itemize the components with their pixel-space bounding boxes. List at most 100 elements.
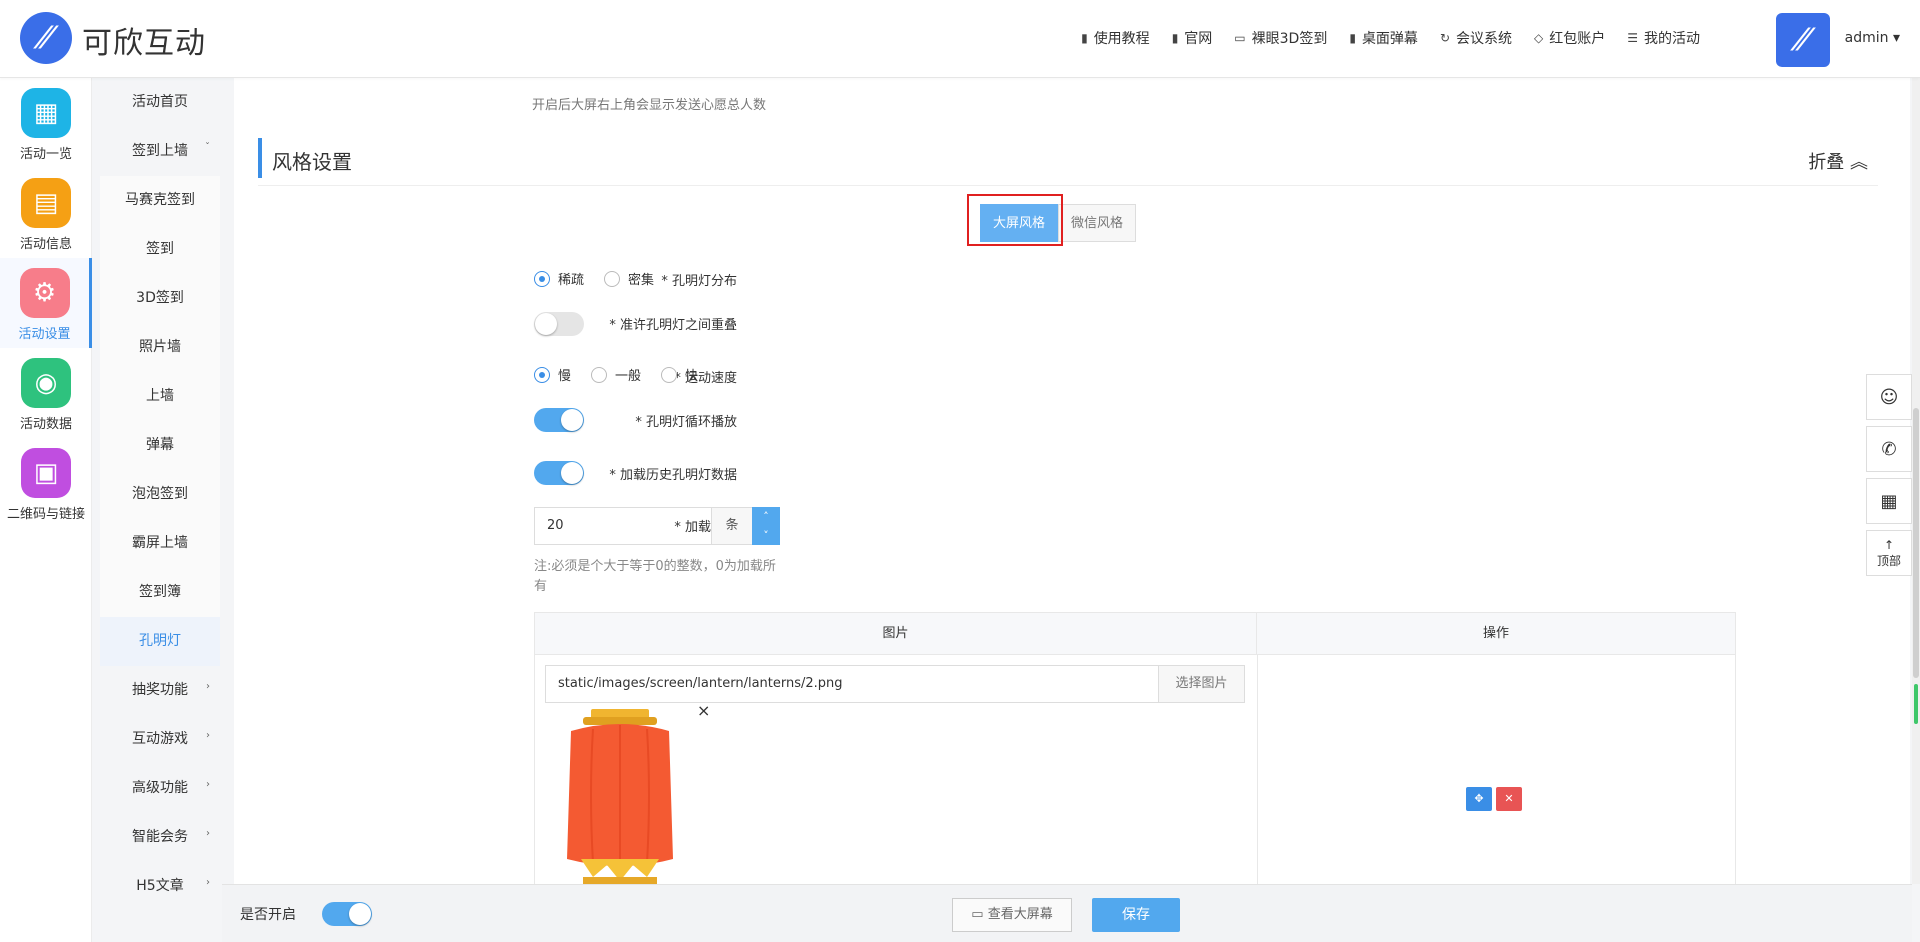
column-header-operation: 操作 <box>1257 613 1735 655</box>
nav-3d-signin[interactable]: ▭ 裸眼3D签到 <box>1234 28 1327 48</box>
speed-radio-group: 慢 一般 快 <box>534 365 710 384</box>
subnav-sky-lantern[interactable]: 孔明灯 <box>100 617 220 666</box>
remove-image-button[interactable]: × <box>697 701 710 720</box>
grid-icon: ▦ <box>21 88 71 138</box>
back-to-top-button[interactable]: ↑ 顶部 <box>1866 530 1912 576</box>
subnav-signin[interactable]: 签到 <box>100 225 220 274</box>
count-input[interactable]: 20 <box>534 507 712 545</box>
floating-toolbar: ☺ ✆ ▦ ↑ 顶部 <box>1866 374 1912 582</box>
phone-icon[interactable]: ✆ <box>1866 426 1912 472</box>
lantern-table: 图片 操作 static/images/screen/lantern/lante… <box>534 612 1736 884</box>
lantern-image <box>567 709 673 884</box>
subnav-photo-wall[interactable]: 照片墙 <box>100 323 220 372</box>
subnav-wall[interactable]: 上墙 <box>100 372 220 421</box>
wish-count-hint: 开启后大屏右上角会显示发送心愿总人数 <box>532 98 767 113</box>
overlap-label: * 准许孔明灯之间重叠 <box>609 318 737 333</box>
speed-normal-radio[interactable] <box>591 366 608 383</box>
chevron-up-icon[interactable]: ˄ <box>752 507 780 526</box>
bottom-action-bar: 是否开启 ▭ 查看大屏幕 保存 <box>222 884 1912 942</box>
subnav-danmu[interactable]: 弹幕 <box>100 421 220 470</box>
sidebar-item-qrcode-links[interactable]: ▣ 二维码与链接 <box>0 438 92 528</box>
chevron-down-icon: ˇ <box>205 142 210 153</box>
history-toggle[interactable] <box>534 461 584 485</box>
chevron-right-icon: › <box>206 681 210 692</box>
subnav-mosaic-signin[interactable]: 马赛克签到 <box>100 176 220 225</box>
list-icon: ☰ <box>1627 31 1638 45</box>
subnav-activity-home[interactable]: 活动首页 <box>100 78 220 127</box>
enable-toggle[interactable] <box>322 902 372 926</box>
delete-icon[interactable]: ✕ <box>1496 787 1522 811</box>
document-icon: ▮ <box>1081 31 1088 45</box>
chevron-right-icon: › <box>206 877 210 888</box>
speed-fast-radio[interactable] <box>661 366 678 383</box>
sidebar-item-activity-settings[interactable]: ⚙ 活动设置 <box>0 258 92 348</box>
selection-highlight-box <box>967 194 1063 246</box>
nav-desktop-danmu[interactable]: ▮ 桌面弹幕 <box>1349 28 1418 48</box>
document-icon: ▤ <box>21 178 71 228</box>
chevron-right-icon: › <box>206 730 210 741</box>
qq-icon[interactable]: ☺ <box>1866 374 1912 420</box>
sidebar-item-activity-list[interactable]: ▦ 活动一览 <box>0 78 92 168</box>
top-nav: ▮ 使用教程 ▮ 官网 ▭ 裸眼3D签到 ▮ 桌面弹幕 ↻ 会议系统 ◇ 红包账户 ☰ 我的活… <box>1081 28 1700 48</box>
history-label: * 加载历史孔明灯数据 <box>609 468 737 483</box>
nav-official-site[interactable]: ▮ 官网 <box>1172 28 1213 48</box>
subnav-signin-wall[interactable]: 签到上墙 ˇ <box>100 127 220 176</box>
overlap-toggle[interactable] <box>534 312 584 336</box>
user-menu[interactable]: admin ▾ <box>1845 30 1900 46</box>
speed-slow-radio[interactable] <box>534 366 550 383</box>
subnav-h5-article[interactable]: H5文章 › <box>100 862 220 911</box>
sidebar-item-activity-data[interactable]: ◉ 活动数据 <box>0 348 92 438</box>
scroll-indicator <box>1914 684 1918 724</box>
arrow-up-icon: ↑ <box>1883 537 1895 552</box>
user-avatar[interactable]: ⁄⁄ <box>1776 13 1830 67</box>
monitor-icon: ▭ <box>1234 31 1246 45</box>
save-button[interactable]: 保存 <box>1092 898 1180 932</box>
image-path-input[interactable]: static/images/screen/lantern/lanterns/2.… <box>545 665 1159 703</box>
secondary-sidebar: 活动首页 签到上墙 ˇ 马赛克签到 签到 3D签到 照片墙 上墙 弹幕 泡泡签到 … <box>100 78 220 942</box>
subnav-signin-book[interactable]: 签到簿 <box>100 568 220 617</box>
brand-name: 可欣互动 <box>82 26 206 61</box>
subnav-lottery[interactable]: 抽奖功能 › <box>100 666 220 715</box>
fold-button[interactable]: 折叠 ︽ <box>1808 148 1868 174</box>
section-title: 风格设置 <box>272 150 352 174</box>
subnav-games[interactable]: 互动游戏 › <box>100 715 220 764</box>
count-stepper: ˄ ˅ <box>752 507 780 545</box>
chevron-down-icon[interactable]: ˅ <box>752 526 780 545</box>
subnav-fullscreen-wall[interactable]: 霸屏上墙 <box>100 519 220 568</box>
nav-meeting-system[interactable]: ↻ 会议系统 <box>1440 28 1512 48</box>
loop-toggle[interactable] <box>534 408 584 432</box>
column-divider <box>1257 655 1258 884</box>
sidebar-item-activity-info[interactable]: ▤ 活动信息 <box>0 168 92 258</box>
distribution-sparse-radio[interactable] <box>534 270 550 287</box>
page-scrollbar[interactable] <box>1912 78 1920 884</box>
chevron-right-icon: › <box>206 828 210 839</box>
distribution-radio-group: 稀疏 密集 <box>534 269 666 288</box>
brand-logo[interactable]: ⁄⁄ <box>20 12 72 64</box>
gear-icon: ⚙ <box>19 268 70 318</box>
nav-tutorial[interactable]: ▮ 使用教程 <box>1081 28 1150 48</box>
subnav-advanced[interactable]: 高级功能 › <box>100 764 220 813</box>
count-note: 注:必须是个大于等于0的整数，0为加载所有 <box>534 559 776 594</box>
loop-label: * 孔明灯循环播放 <box>635 415 737 430</box>
nav-my-activities[interactable]: ☰ 我的活动 <box>1627 28 1700 48</box>
choose-image-button[interactable]: 选择图片 <box>1158 665 1245 703</box>
view-big-screen-button[interactable]: ▭ 查看大屏幕 <box>952 898 1072 932</box>
subnav-3d-signin[interactable]: 3D签到 <box>100 274 220 323</box>
subnav-smart-meeting[interactable]: 智能会务 › <box>100 813 220 862</box>
subnav-bubble-signin[interactable]: 泡泡签到 <box>100 470 220 519</box>
distribution-dense-radio[interactable] <box>604 270 621 287</box>
refresh-icon: ↻ <box>1439 31 1450 45</box>
diamond-icon: ◇ <box>1534 31 1544 45</box>
scrollbar-thumb[interactable] <box>1913 408 1919 678</box>
document-icon: ▮ <box>1349 31 1356 45</box>
qrcode-icon: ▣ <box>21 448 71 498</box>
primary-sidebar: ▦ 活动一览 ▤ 活动信息 ⚙ 活动设置 ◉ 活动数据 ▣ 二维码与链接 <box>0 78 92 942</box>
nav-redpacket-account[interactable]: ◇ 红包账户 <box>1534 28 1605 48</box>
chevron-right-icon: › <box>206 779 210 790</box>
database-icon: ◉ <box>21 358 71 408</box>
tab-wechat-style[interactable]: 微信风格 <box>1058 204 1137 242</box>
qrcode-icon[interactable]: ▦ <box>1866 478 1912 524</box>
move-icon[interactable]: ✥ <box>1466 787 1492 811</box>
section-accent-bar <box>258 138 262 178</box>
style-section-header: 风格设置 折叠 ︽ <box>258 138 1878 186</box>
